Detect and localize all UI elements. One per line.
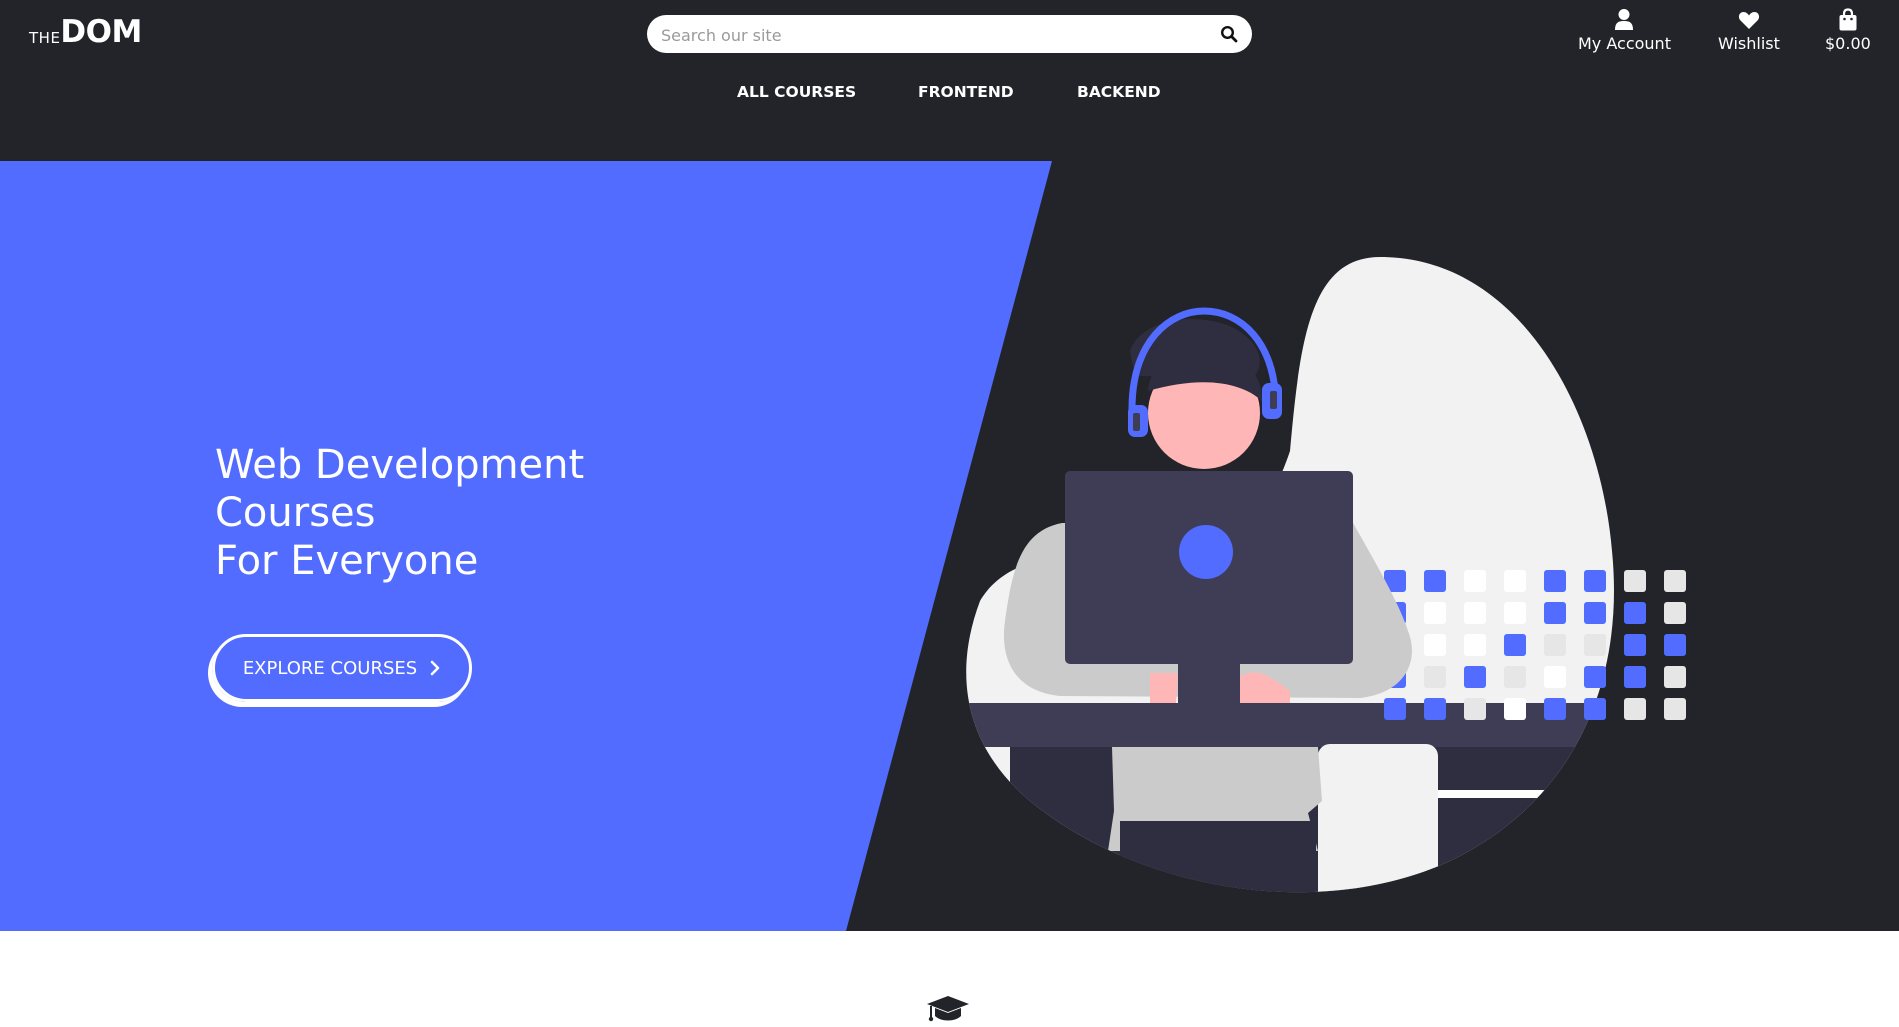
hero-title-line: Web Development: [215, 442, 585, 488]
logo-name: DOM: [60, 14, 142, 50]
nav-all-courses[interactable]: ALL COURSES: [737, 83, 856, 101]
nav-frontend[interactable]: FRONTEND: [918, 83, 1014, 101]
search-input[interactable]: [659, 15, 1203, 55]
heart-icon: [1738, 12, 1759, 29]
shopping-bag-icon: [1839, 8, 1857, 31]
wishlist-link[interactable]: Wishlist: [1718, 8, 1780, 53]
nav-backend[interactable]: BACKEND: [1077, 83, 1161, 101]
my-account-link[interactable]: My Account: [1578, 8, 1671, 53]
search-bar: [647, 15, 1252, 55]
cart-total: $0.00: [1825, 34, 1871, 53]
site-logo[interactable]: THE DOM: [29, 14, 142, 50]
cart-link[interactable]: $0.00: [1825, 8, 1871, 53]
hero-title: Web Development Courses For Everyone: [215, 441, 584, 585]
hero-section: Web Development Courses For Everyone EXP…: [0, 161, 1899, 931]
site-header: THE DOM My Account Wishlist $0.00 ALL CO…: [0, 0, 1899, 161]
search-icon[interactable]: [1220, 25, 1238, 43]
my-account-label: My Account: [1578, 34, 1671, 53]
explore-courses-button[interactable]: EXPLORE COURSES: [212, 634, 472, 702]
hero-title-line: Courses: [215, 490, 376, 536]
wishlist-label: Wishlist: [1718, 34, 1780, 53]
hero-title-line: For Everyone: [215, 538, 479, 584]
graduation-cap-icon: [927, 996, 969, 1022]
chevron-right-icon: [430, 660, 440, 676]
user-icon: [1615, 9, 1634, 30]
logo-prefix: THE: [29, 29, 61, 47]
explore-courses-label: EXPLORE COURSES: [242, 657, 418, 679]
